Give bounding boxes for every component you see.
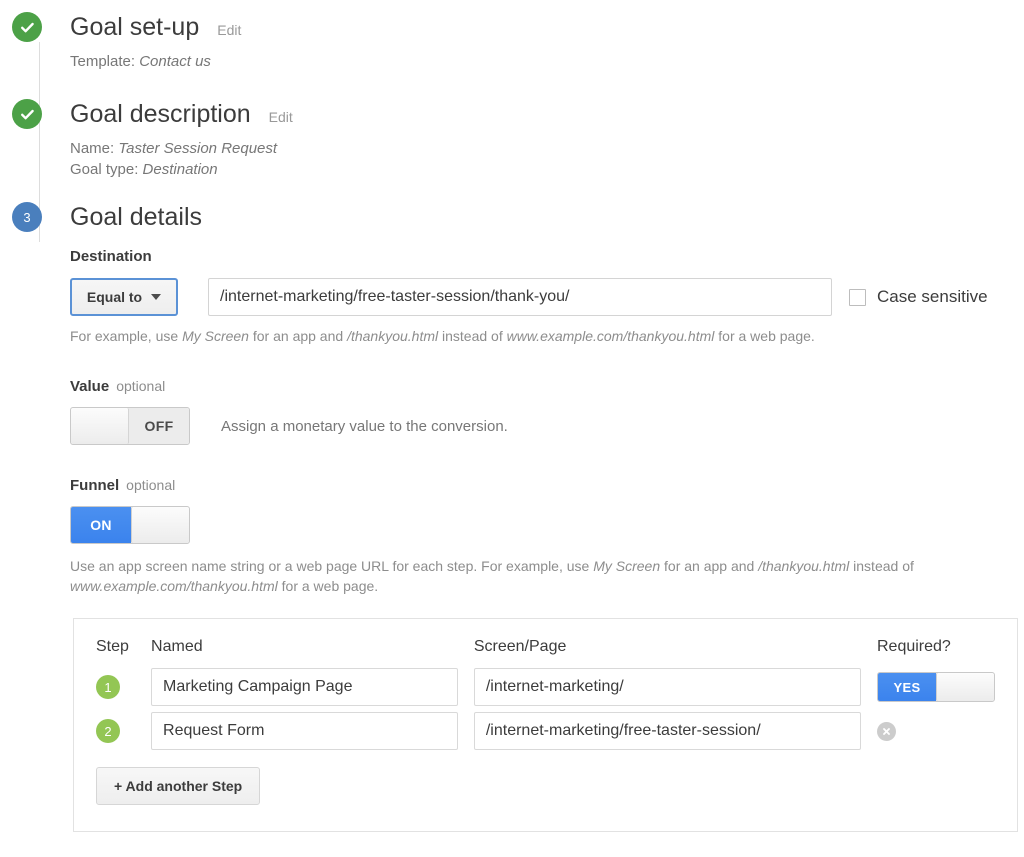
funnel-steps-table: Step Named Screen/Page Required? 1 <box>96 638 995 753</box>
match-type-select[interactable]: Equal to <box>70 278 178 316</box>
step-summary-goal-setup: Template: Contact us <box>70 51 1024 72</box>
step-named-cell <box>151 709 458 753</box>
template-label: Template: <box>70 53 135 70</box>
helper-part-2: for an app and <box>249 328 347 344</box>
step-number-cell: 1 <box>96 665 151 709</box>
add-another-step-button[interactable]: + Add another Step <box>96 767 260 805</box>
funnel-step-page-input[interactable] <box>474 668 861 706</box>
funnel-helper-part-2: for an app and <box>660 558 758 574</box>
step-page-cell <box>458 709 861 753</box>
column-header-required: Required? <box>861 638 995 665</box>
goal-name-value: Taster Session Request <box>118 140 277 157</box>
template-value: Contact us <box>139 53 211 70</box>
goal-stepper: Goal set-up Edit Template: Contact us Go… <box>12 12 1024 832</box>
funnel-helper-part-3: instead of <box>849 558 914 574</box>
funnel-step-name-input[interactable] <box>151 712 458 750</box>
helper-em-3: www.example.com/thankyou.html <box>507 328 715 344</box>
table-header-row: Step Named Screen/Page Required? <box>96 638 995 665</box>
value-toggle-knob <box>71 408 129 444</box>
case-sensitive-checkbox[interactable] <box>849 289 866 306</box>
step-goal-setup: Goal set-up Edit Template: Contact us <box>12 12 1024 72</box>
step-title-goal-setup: Goal set-up <box>70 12 199 42</box>
edit-link-goal-setup[interactable]: Edit <box>217 22 241 38</box>
step-remove-cell <box>861 709 995 753</box>
funnel-step-required-state: YES <box>878 673 936 701</box>
step-page-cell <box>458 665 861 709</box>
step-required-cell: YES <box>861 665 995 709</box>
step-complete-badge-goal-description <box>12 99 42 129</box>
value-optional-tag: optional <box>116 378 165 394</box>
step-body-goal-description: Goal description Edit Name: Taster Sessi… <box>42 99 1024 180</box>
value-description: Assign a monetary value to the conversio… <box>221 418 508 435</box>
remove-step-icon[interactable] <box>877 722 896 741</box>
funnel-toggle-state: ON <box>71 507 131 543</box>
step-body-goal-setup: Goal set-up Edit Template: Contact us <box>42 12 1024 72</box>
goal-details-form: Destination Equal to Case sensitive <box>70 232 1024 832</box>
step-number: 3 <box>23 211 30 224</box>
helper-em-1: My Screen <box>182 328 249 344</box>
value-toggle[interactable]: OFF <box>70 407 190 445</box>
helper-em-2: /thankyou.html <box>347 328 438 344</box>
step-goal-description: Goal description Edit Name: Taster Sessi… <box>12 99 1024 180</box>
step-number-cell: 2 <box>96 709 151 753</box>
step-goal-details: 3 Goal details Destination Equal to <box>12 202 1024 832</box>
funnel-step-circle: 1 <box>96 675 120 699</box>
column-header-step: Step <box>96 638 151 665</box>
goal-type-value: Destination <box>143 161 218 178</box>
value-label-text: Value <box>70 378 109 395</box>
funnel-helper-text: Use an app screen name string or a web p… <box>70 556 990 596</box>
table-row: 1 <box>96 665 995 709</box>
step-title-goal-description: Goal description <box>70 99 251 129</box>
step-named-cell <box>151 665 458 709</box>
funnel-helper-part-1: Use an app screen name string or a web p… <box>70 558 593 574</box>
funnel-step-name-input[interactable] <box>151 668 458 706</box>
goal-editor-page: Goal set-up Edit Template: Contact us Go… <box>0 0 1024 832</box>
goal-type-label: Goal type: <box>70 161 138 178</box>
funnel-toggle-knob <box>131 507 189 543</box>
funnel-helper-em-2: /thankyou.html <box>758 558 849 574</box>
spacer <box>12 72 1024 99</box>
funnel-steps-panel: Step Named Screen/Page Required? 1 <box>73 618 1018 832</box>
funnel-step-circle: 2 <box>96 719 120 743</box>
funnel-optional-tag: optional <box>126 477 175 493</box>
step-title-goal-details: Goal details <box>70 202 202 232</box>
funnel-label-text: Funnel <box>70 477 119 494</box>
column-header-page: Screen/Page <box>458 638 861 665</box>
chevron-down-icon <box>151 294 161 300</box>
value-row: OFF Assign a monetary value to the conve… <box>70 407 1024 445</box>
helper-part-1: For example, use <box>70 328 182 344</box>
goal-name-label: Name: <box>70 140 114 157</box>
value-toggle-state: OFF <box>129 408 189 444</box>
column-header-named: Named <box>151 638 458 665</box>
funnel-step-page-input[interactable] <box>474 712 861 750</box>
case-sensitive-group[interactable]: Case sensitive <box>849 287 988 307</box>
funnel-step-required-knob <box>936 673 994 701</box>
spacer <box>12 180 1024 202</box>
edit-link-goal-description[interactable]: Edit <box>269 109 293 125</box>
helper-part-4: for a web page. <box>714 328 814 344</box>
destination-input[interactable] <box>208 278 832 316</box>
value-label: Value optional <box>70 378 1024 395</box>
step-number-badge-goal-details: 3 <box>12 202 42 232</box>
funnel-helper-em-3: www.example.com/thankyou.html <box>70 578 278 594</box>
table-row: 2 <box>96 709 995 753</box>
helper-part-3: instead of <box>438 328 507 344</box>
destination-row: Equal to Case sensitive <box>70 278 1024 316</box>
case-sensitive-label: Case sensitive <box>877 287 988 307</box>
funnel-label: Funnel optional <box>70 477 1024 494</box>
funnel-toggle-row: ON <box>70 506 1024 544</box>
funnel-helper-em-1: My Screen <box>593 558 660 574</box>
destination-helper-text: For example, use My Screen for an app an… <box>70 326 1024 346</box>
funnel-helper-part-4: for a web page. <box>278 578 378 594</box>
step-summary-goal-description: Name: Taster Session Request Goal type: … <box>70 138 1024 180</box>
destination-label: Destination <box>70 248 1024 265</box>
funnel-toggle[interactable]: ON <box>70 506 190 544</box>
step-body-goal-details: Goal details Destination Equal to Cas <box>42 202 1024 832</box>
match-type-value: Equal to <box>87 289 142 305</box>
step-complete-badge-goal-setup <box>12 12 42 42</box>
funnel-step-required-toggle[interactable]: YES <box>877 672 995 702</box>
